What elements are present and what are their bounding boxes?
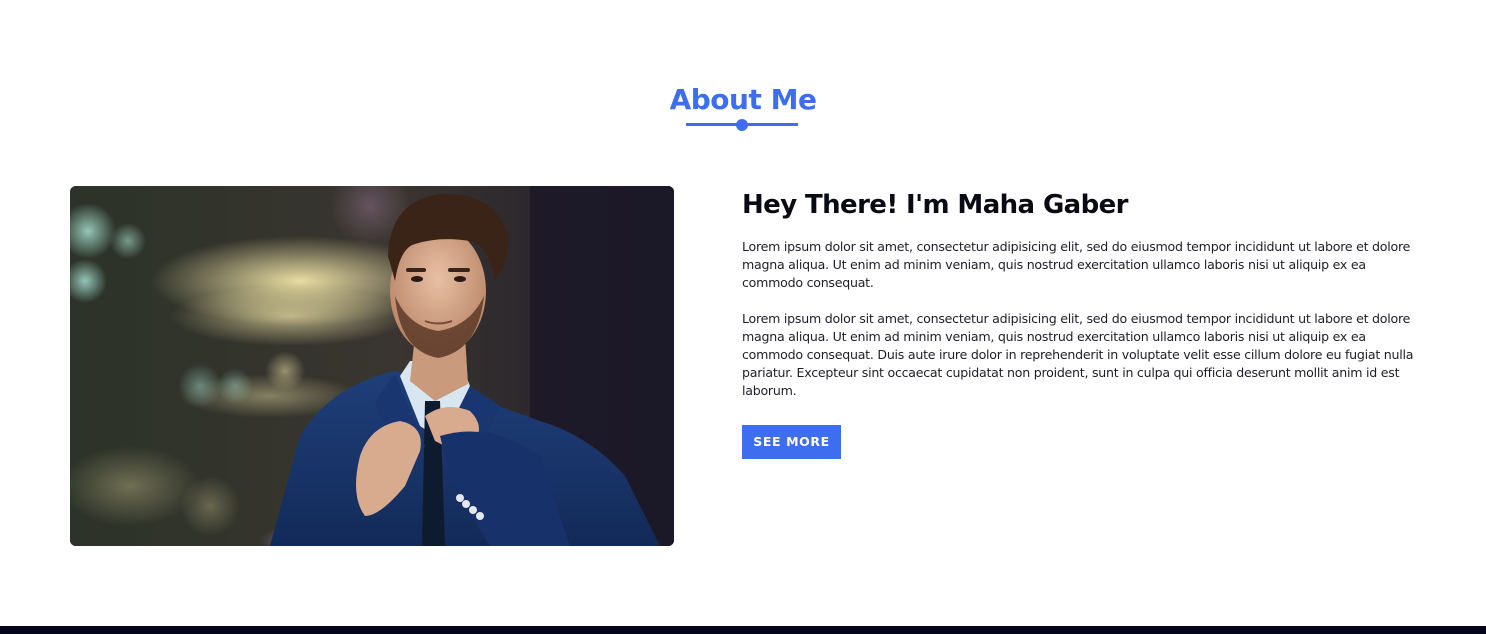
- see-more-button[interactable]: SEE MORE: [742, 425, 841, 459]
- about-paragraph-1: Lorem ipsum dolor sit amet, consectetur …: [742, 239, 1411, 290]
- about-headline: Hey There! I'm Maha Gaber: [742, 190, 1129, 220]
- about-section: About Me Hey There! I'm Maha Gaber Lorem…: [0, 0, 1486, 634]
- profile-photo: [70, 186, 674, 546]
- about-paragraph-2: Lorem ipsum dolor sit amet, consectetur …: [742, 311, 1414, 398]
- footer-bar: [0, 626, 1486, 634]
- section-title: About Me: [669, 83, 817, 116]
- title-underline-dot: [736, 119, 748, 131]
- about-content: Hey There! I'm Maha Gaber Lorem ipsum do…: [742, 186, 1414, 459]
